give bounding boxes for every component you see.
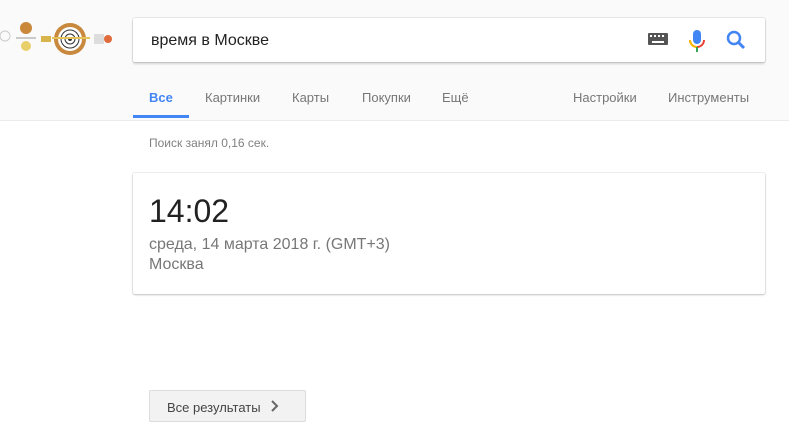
time-card: 14:02 среда, 14 марта 2018 г. (GMT+3) Мо… [133,173,765,294]
doodle-logo[interactable] [0,18,120,62]
header: Все Картинки Карты Покупки Ещё Настройки… [0,0,789,121]
current-date: среда, 14 марта 2018 г. (GMT+3) [149,236,391,253]
active-tab-indicator [133,115,189,118]
tab-all[interactable]: Все [149,90,173,105]
all-results-label: Все результаты [167,400,261,415]
tab-shopping[interactable]: Покупки [362,90,411,105]
search-box[interactable] [133,18,765,64]
chevron-right-icon [271,400,279,412]
tab-maps[interactable]: Карты [292,90,329,105]
tab-images[interactable]: Картинки [205,90,260,105]
search-input[interactable] [149,18,633,64]
current-time: 14:02 [149,193,230,229]
result-stats: Поиск занял 0,16 сек. [149,136,270,150]
settings-link[interactable]: Настройки [573,90,637,105]
tabs-bar: Все Картинки Карты Покупки Ещё Настройки… [0,78,789,120]
all-results-button[interactable]: Все результаты [149,390,306,422]
microphone-icon[interactable] [689,30,705,52]
city-name: Москва [149,256,204,273]
search-icon[interactable] [726,30,746,50]
tab-more[interactable]: Ещё [442,90,469,105]
tools-link[interactable]: Инструменты [668,90,749,105]
keyboard-icon[interactable] [648,33,668,47]
